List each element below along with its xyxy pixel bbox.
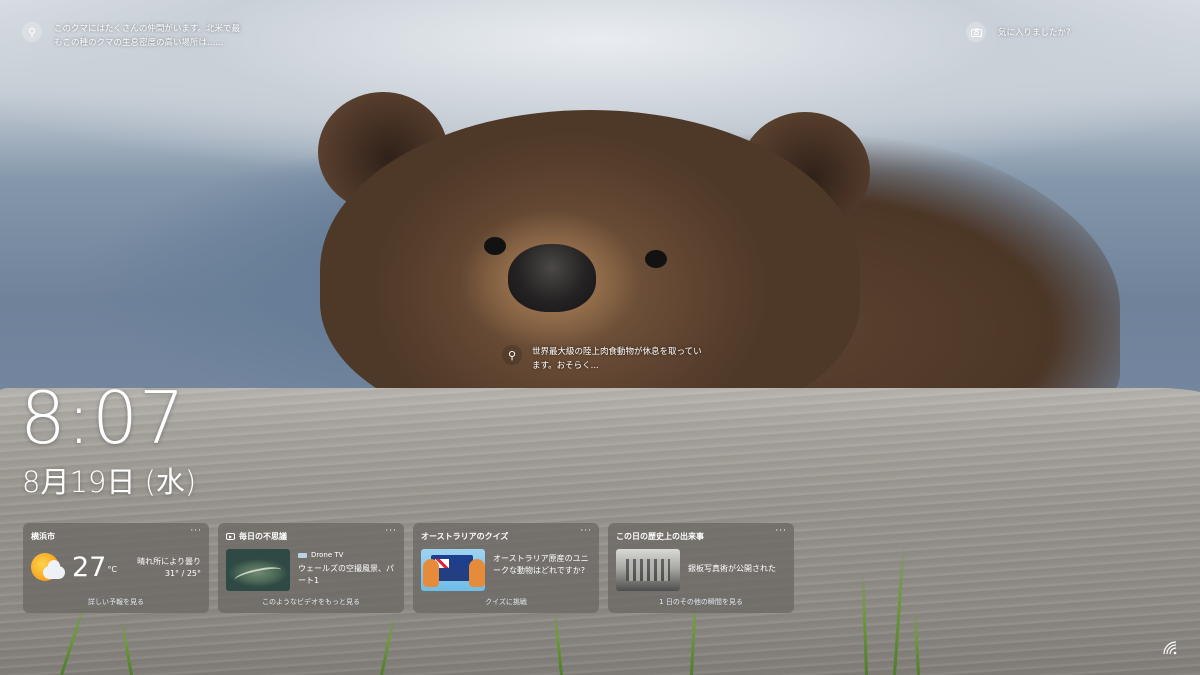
wifi-icon-glyph (1163, 641, 1177, 655)
wonders-text: Drone TV ウェールズの空撮風景、パート1 (298, 549, 396, 587)
search-icon[interactable]: ⚲ (22, 22, 42, 42)
widget-row: 横浜市 ··· 27°C 晴れ所により曇り 31° / 25° 詳しい予報を見る… (23, 523, 794, 613)
wonders-title: 毎日の不思議 (239, 531, 287, 541)
bear-eye-left (484, 237, 506, 255)
more-options-icon[interactable]: ··· (190, 526, 202, 536)
widget-header: この日の歴史上の出来事 (616, 529, 786, 543)
more-options-icon[interactable]: ··· (580, 526, 592, 536)
partly-cloudy-icon (31, 553, 65, 583)
history-content: 銀板写真術が公開された (616, 549, 786, 591)
history-headline[interactable]: 銀板写真術が公開された (688, 563, 776, 575)
quiz-start-link[interactable]: クイズに挑戦 (413, 597, 599, 607)
quiz-thumbnail[interactable] (421, 549, 485, 591)
more-options-icon[interactable]: ··· (385, 526, 397, 536)
history-title: この日の歴史上の出来事 (616, 531, 704, 541)
kangaroo-icon (469, 559, 485, 587)
bear-nose (508, 244, 596, 312)
more-options-icon[interactable]: ··· (775, 526, 787, 536)
quiz-question[interactable]: オーストラリア原産のユニークな動物はどれですか? (493, 553, 591, 577)
weather-condition: 晴れ所により曇り (137, 557, 201, 566)
source-name: Drone TV (311, 551, 344, 559)
clock-date: 8月19日 (水) (22, 465, 197, 499)
hotspot-text: 世界最大級の陸上肉食動物が休息を取っています。おそらく... (532, 347, 702, 371)
temperature-value: 27 (72, 552, 107, 583)
weather-widget[interactable]: 横浜市 ··· 27°C 晴れ所により曇り 31° / 25° 詳しい予報を見る (23, 523, 209, 613)
temperature-unit: °C (107, 565, 117, 574)
video-icon: ▶ (226, 532, 235, 540)
source-row: Drone TV (298, 551, 396, 559)
image-info-text: このクマにはたくさんの仲間がいます。北米で最もこの種のクマの生息密度の高い場所は… (54, 24, 240, 48)
temperature: 27°C (72, 553, 117, 583)
quiz-widget[interactable]: オーストラリアのクイズ ··· オーストラリア原産のユニークな動物はどれですか?… (413, 523, 599, 613)
search-icon[interactable]: ⚲ (502, 345, 522, 365)
weather-forecast-link[interactable]: 詳しい予報を見る (23, 597, 209, 607)
kangaroo-icon (423, 559, 439, 587)
wifi-icon[interactable] (1163, 640, 1177, 655)
bear-eye-right (645, 250, 667, 268)
cloud-shape (43, 560, 65, 579)
weather-description: 晴れ所により曇り 31° / 25° (137, 556, 201, 580)
weather-row: 27°C 晴れ所により曇り 31° / 25° (31, 553, 201, 583)
history-more-link[interactable]: 1 日のその他の瞬間を見る (608, 597, 794, 607)
quiz-title: オーストラリアのクイズ (421, 531, 509, 541)
camera-icon[interactable] (966, 22, 986, 42)
weather-range: 31° / 25° (164, 569, 201, 578)
more-videos-link[interactable]: このようなビデオをもっと見る (218, 597, 404, 607)
like-label: 気に入りましたか? (998, 28, 1071, 38)
wonders-headline[interactable]: ウェールズの空撮風景、パート1 (298, 563, 396, 587)
widget-header: オーストラリアのクイズ (421, 529, 591, 543)
history-thumbnail[interactable] (616, 549, 680, 591)
widget-header: 横浜市 (31, 529, 201, 543)
lock-screen: ⚲ このクマにはたくさんの仲間がいます。北米で最もこの種のクマの生息密度の高い場… (0, 0, 1200, 675)
wonders-widget[interactable]: ▶ 毎日の不思議 ··· Drone TV ウェールズの空撮風景、パート1 この… (218, 523, 404, 613)
history-widget[interactable]: この日の歴史上の出来事 ··· 銀板写真術が公開された 1 日のその他の瞬間を見… (608, 523, 794, 613)
widget-header: ▶ 毎日の不思議 (226, 529, 396, 543)
clock-time: 8:07 (20, 376, 186, 460)
like-prompt[interactable]: 気に入りましたか? (966, 22, 1071, 42)
wonders-thumbnail[interactable] (226, 549, 290, 591)
hotspot-info[interactable]: ⚲ 世界最大級の陸上肉食動物が休息を取っています。おそらく... (502, 345, 707, 373)
weather-title: 横浜市 (31, 531, 55, 541)
camera-icon-glyph (970, 28, 982, 37)
quiz-content: オーストラリア原産のユニークな動物はどれですか? (421, 549, 591, 591)
wonders-content: Drone TV ウェールズの空撮風景、パート1 (226, 549, 396, 591)
image-info[interactable]: ⚲ このクマにはたくさんの仲間がいます。北米で最もこの種のクマの生息密度の高い場… (22, 22, 244, 50)
drone-tv-logo-icon (298, 552, 307, 558)
